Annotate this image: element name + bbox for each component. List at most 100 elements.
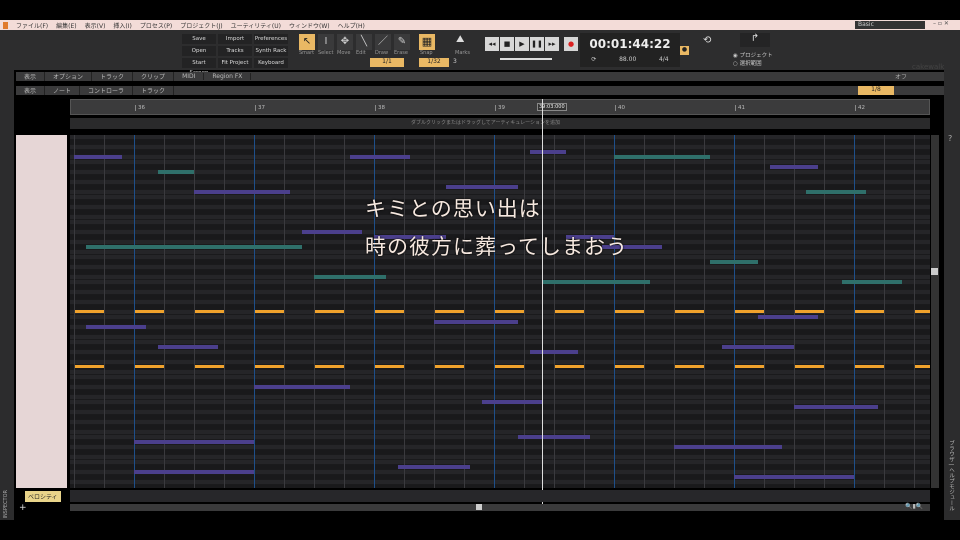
midi-note[interactable]: [855, 365, 885, 368]
track-menu-item[interactable]: オプション: [45, 72, 93, 81]
export-option-project[interactable]: ◉ プロジェクト: [733, 51, 773, 59]
midi-note[interactable]: [735, 310, 765, 313]
play-button[interactable]: ▶: [515, 37, 529, 51]
loop-button[interactable]: ⟲: [703, 35, 711, 46]
midi-note[interactable]: [722, 345, 794, 349]
midi-note[interactable]: [434, 320, 518, 324]
midi-note[interactable]: [195, 365, 225, 368]
midi-note[interactable]: [614, 155, 710, 159]
midi-note[interactable]: [734, 475, 854, 479]
tempo-value[interactable]: 88.00: [619, 56, 636, 63]
now-time-line[interactable]: [542, 99, 543, 504]
menu-item[interactable]: プロジェクト(J): [180, 21, 222, 30]
midi-note[interactable]: [135, 365, 165, 368]
window-controls[interactable]: – ▫ ✕: [933, 20, 949, 27]
pr-snap[interactable]: 1/8: [858, 86, 894, 95]
midi-note[interactable]: [735, 365, 765, 368]
midi-note[interactable]: [855, 310, 885, 313]
midi-note[interactable]: [615, 310, 645, 313]
midi-note[interactable]: [530, 350, 578, 354]
stop-button[interactable]: ■: [500, 37, 514, 51]
midi-note[interactable]: [75, 365, 105, 368]
midi-note[interactable]: [482, 400, 542, 404]
pr-menu-item[interactable]: ノート: [45, 86, 81, 95]
browser-tab[interactable]: ブラウザ | ヘルプモジュール: [947, 440, 955, 511]
midi-note[interactable]: [675, 365, 705, 368]
quick-button[interactable]: Open: [182, 46, 216, 56]
midi-note[interactable]: [254, 385, 350, 389]
midi-note[interactable]: [806, 190, 866, 194]
help-icon[interactable]: ?: [948, 134, 952, 143]
tool-resolution[interactable]: 1/1: [370, 58, 404, 67]
midi-note[interactable]: [495, 365, 525, 368]
midi-note[interactable]: [86, 245, 302, 249]
record-mode-button[interactable]: ●: [680, 46, 689, 55]
track-view-mode[interactable]: オフ: [895, 72, 907, 81]
menu-item[interactable]: 編集(E): [56, 21, 76, 30]
track-menu-item[interactable]: クリップ: [133, 72, 175, 81]
menu-item[interactable]: ファイル(F): [16, 21, 48, 30]
menu-item[interactable]: ヘルプ(H): [338, 21, 365, 30]
midi-note[interactable]: [710, 260, 758, 264]
midi-note[interactable]: [795, 310, 825, 313]
velocity-tab[interactable]: ベロシティ: [25, 491, 61, 502]
move-icon[interactable]: ✥: [337, 34, 353, 50]
smart-arrow-icon[interactable]: ↖: [299, 34, 315, 50]
ruler[interactable]: 36 37 38 39 40 41 42: [70, 99, 930, 115]
midi-note[interactable]: [518, 435, 590, 439]
track-menu-item[interactable]: MIDI: [174, 73, 205, 80]
menu-item[interactable]: プロセス(P): [140, 21, 172, 30]
quick-button[interactable]: Import: [218, 34, 252, 44]
menu-item[interactable]: 挿入(I): [113, 21, 131, 30]
midi-note[interactable]: [794, 405, 878, 409]
quick-button[interactable]: Synth Rack: [254, 46, 288, 56]
pencil-icon[interactable]: ／: [375, 34, 391, 50]
midi-note[interactable]: [86, 325, 146, 329]
pr-menu-item[interactable]: トラック: [133, 86, 175, 95]
midi-note[interactable]: [770, 165, 818, 169]
triplet-toggle[interactable]: 3: [453, 58, 457, 65]
midi-note[interactable]: [495, 310, 525, 313]
meter-value[interactable]: 4/4: [659, 56, 669, 63]
midi-note[interactable]: [530, 150, 566, 154]
midi-note[interactable]: [158, 170, 194, 174]
piano-keyboard[interactable]: [16, 135, 67, 488]
quick-button[interactable]: Preferences: [254, 34, 288, 44]
zoom-icons[interactable]: 🔍▮🔍: [905, 503, 923, 510]
midi-note[interactable]: [435, 365, 465, 368]
midi-note[interactable]: [842, 280, 902, 284]
midi-note[interactable]: [675, 310, 705, 313]
midi-note[interactable]: [255, 310, 285, 313]
quick-button[interactable]: Save: [182, 34, 216, 44]
pr-menu-item[interactable]: 表示: [16, 86, 46, 95]
position-slider[interactable]: [500, 58, 552, 60]
midi-note[interactable]: [74, 155, 122, 159]
quick-button[interactable]: Start Screen: [182, 58, 216, 76]
midi-note[interactable]: [615, 365, 645, 368]
midi-note[interactable]: [446, 185, 518, 189]
menu-item[interactable]: ウィンドウ(W): [289, 21, 330, 30]
midi-note[interactable]: [134, 440, 254, 444]
midi-note[interactable]: [158, 345, 218, 349]
fast-forward-button[interactable]: ▸▸: [545, 37, 559, 51]
pr-menu-item[interactable]: コントローラ: [80, 86, 134, 95]
marks-icon[interactable]: ⛰: [456, 34, 464, 45]
articulation-lane[interactable]: ダブルクリックまたはドラッグしてアーティキュレーションを追加: [70, 118, 930, 129]
midi-note[interactable]: [555, 365, 585, 368]
midi-note[interactable]: [135, 310, 165, 313]
midi-note[interactable]: [915, 310, 930, 313]
snap-value[interactable]: 1/32: [419, 58, 449, 67]
midi-note[interactable]: [255, 365, 285, 368]
quick-button[interactable]: Tracks: [218, 46, 252, 56]
v-scroll-thumb[interactable]: [931, 268, 938, 275]
midi-note[interactable]: [315, 310, 345, 313]
snap-button[interactable]: ▦: [419, 34, 435, 50]
i-beam-icon[interactable]: I: [318, 34, 334, 50]
h-scroll-thumb[interactable]: [476, 504, 482, 510]
midi-note[interactable]: [795, 365, 825, 368]
midi-note[interactable]: [674, 445, 782, 449]
eraser-icon[interactable]: ✎: [394, 34, 410, 50]
midi-note[interactable]: [375, 365, 405, 368]
rewind-button[interactable]: ◂◂: [485, 37, 499, 51]
loop-icon[interactable]: ⟳: [591, 56, 596, 63]
